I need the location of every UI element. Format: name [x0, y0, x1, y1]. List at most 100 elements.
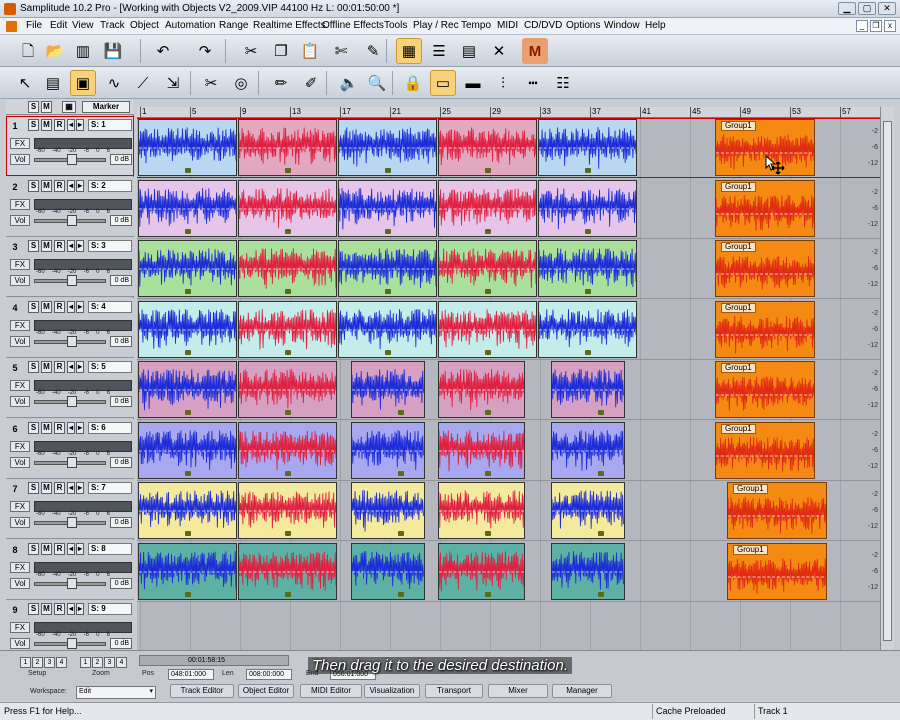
- dotted-line-icon[interactable]: ┅: [520, 70, 546, 96]
- mdi-close-icon[interactable]: x: [884, 20, 896, 32]
- object-handle-icon[interactable]: [285, 168, 291, 173]
- scissors-tool-icon[interactable]: ✂: [198, 70, 224, 96]
- track-header-8[interactable]: 8 S M R ◂ ▸ S: 8 FX Vol -60 -40 -20 -6 0 6 0 dB: [6, 539, 134, 600]
- fx-button[interactable]: FX: [10, 259, 30, 270]
- open-project-icon[interactable]: 📂: [42, 38, 68, 64]
- object-stack-icon[interactable]: ☰: [426, 38, 452, 64]
- audio-object[interactable]: [338, 240, 437, 297]
- solo-button[interactable]: S: [28, 421, 39, 434]
- cut-icon[interactable]: ✂: [238, 38, 264, 64]
- input-monitor-icon[interactable]: ◂: [67, 603, 75, 615]
- record-button[interactable]: R: [54, 603, 65, 615]
- paste-icon[interactable]: 📋: [297, 38, 323, 64]
- object-handle-icon[interactable]: [385, 168, 391, 173]
- mute-button[interactable]: M: [41, 300, 52, 313]
- copy-icon[interactable]: ❐: [268, 38, 294, 64]
- record-button[interactable]: R: [54, 179, 65, 192]
- volume-db-field[interactable]: 0 dB: [110, 577, 132, 589]
- volume-db-field[interactable]: 0 dB: [110, 214, 132, 226]
- object-handle-icon[interactable]: [285, 591, 291, 597]
- object-handle-icon[interactable]: [398, 531, 404, 536]
- volume-db-field[interactable]: 0 dB: [110, 335, 132, 347]
- pencil-mode-icon[interactable]: ⇲: [160, 70, 186, 96]
- object-handle-icon[interactable]: [285, 531, 291, 536]
- volume-db-field[interactable]: 0 dB: [110, 456, 132, 468]
- maximize-icon[interactable]: ▢: [858, 2, 876, 15]
- zoom-button-1[interactable]: 1: [80, 657, 91, 668]
- record-button[interactable]: R: [54, 542, 65, 555]
- mute-button[interactable]: M: [41, 240, 52, 252]
- arm-icon[interactable]: ▸: [76, 421, 84, 434]
- volume-fader-knob[interactable]: [67, 456, 77, 468]
- track-name[interactable]: S: 7: [88, 482, 132, 494]
- object-handle-icon[interactable]: [285, 228, 291, 234]
- track-header-3[interactable]: 3 S M R ◂ ▸ S: 3 FX Vol -60 -40 -20 -6 0 6 0 dB: [6, 237, 134, 297]
- volume-fader-knob[interactable]: [67, 275, 77, 286]
- object-handle-icon[interactable]: [185, 410, 191, 415]
- solo-button[interactable]: S: [28, 361, 39, 373]
- object-handle-icon[interactable]: [185, 349, 191, 355]
- vol-button[interactable]: Vol: [10, 214, 30, 226]
- global-mute-button[interactable]: M: [41, 101, 52, 113]
- group-object[interactable]: Group1: [727, 482, 827, 539]
- pos-field[interactable]: 048:01:000: [168, 669, 214, 680]
- object-handle-icon[interactable]: [598, 470, 604, 476]
- setup-button-3[interactable]: 3: [44, 657, 55, 668]
- volume-fader-knob[interactable]: [67, 335, 77, 347]
- save-icon[interactable]: 💾: [100, 38, 126, 64]
- audio-object[interactable]: [351, 421, 425, 479]
- global-solo-button[interactable]: S: [28, 101, 39, 113]
- track-header-4[interactable]: 4 S M R ◂ ▸ S: 4 FX Vol -60 -40 -20 -6 0 6 0 dB: [6, 297, 134, 358]
- horizontal-scrollbar[interactable]: 00:01:58:15: [139, 655, 289, 666]
- fx-button[interactable]: FX: [10, 198, 30, 210]
- marker-pen-icon[interactable]: ✎: [360, 38, 386, 64]
- audio-object[interactable]: [538, 179, 637, 237]
- audio-object[interactable]: [351, 482, 425, 539]
- tab-object-editor[interactable]: Object Editor: [238, 684, 294, 698]
- track-lane-5[interactable]: Group1 -2 -6 -12: [137, 360, 880, 420]
- fx-button[interactable]: FX: [10, 501, 30, 512]
- object-handle-icon[interactable]: [398, 591, 404, 597]
- track-lane-8[interactable]: Group1 -2 -6 -12: [137, 542, 880, 602]
- menu-play-rec[interactable]: Play / Rec: [413, 20, 459, 31]
- menu-object[interactable]: Object: [130, 20, 159, 31]
- audio-object[interactable]: [438, 542, 525, 600]
- track-name[interactable]: S: 9: [88, 603, 132, 615]
- vertical-scrollbar[interactable]: [880, 107, 894, 650]
- object-handle-icon[interactable]: [398, 410, 404, 415]
- arm-icon[interactable]: ▸: [76, 603, 84, 615]
- object-handle-icon[interactable]: [185, 591, 191, 597]
- vol-button[interactable]: Vol: [10, 517, 30, 528]
- workspace-select[interactable]: Edit ▾: [76, 686, 156, 699]
- object-handle-icon[interactable]: [485, 470, 491, 476]
- group-object[interactable]: Group1: [715, 361, 815, 418]
- audio-object[interactable]: [338, 300, 437, 358]
- tab-visualization[interactable]: Visualization: [364, 684, 420, 698]
- vol-button[interactable]: Vol: [10, 456, 30, 468]
- input-monitor-icon[interactable]: ◂: [67, 361, 75, 373]
- volume-db-field[interactable]: 0 dB: [110, 275, 132, 286]
- fx-button[interactable]: FX: [10, 138, 30, 149]
- solo-button[interactable]: S: [28, 482, 39, 494]
- mdi-restore-icon[interactable]: ❐: [870, 20, 882, 32]
- object-handle-icon[interactable]: [285, 289, 291, 294]
- setup-button-2[interactable]: 2: [32, 657, 43, 668]
- split-object-icon[interactable]: ⫶: [490, 70, 516, 96]
- audio-object[interactable]: [438, 482, 525, 539]
- track-lane-3[interactable]: Group1 -2 -6 -12: [137, 239, 880, 299]
- record-button[interactable]: R: [54, 119, 65, 131]
- input-monitor-icon[interactable]: ◂: [67, 542, 75, 555]
- track-name[interactable]: S: 3: [88, 240, 132, 252]
- undo-icon[interactable]: ↶: [150, 38, 176, 64]
- fx-button[interactable]: FX: [10, 440, 30, 452]
- menu-file[interactable]: File: [26, 20, 42, 31]
- marker-button[interactable]: Marker: [82, 101, 130, 113]
- object-handle-icon[interactable]: [485, 168, 491, 173]
- timeline-ruler[interactable]: 1 5 9 13 17 21 25 29 33 37 41 45 49 53 57: [137, 107, 880, 118]
- pointer-tool-icon[interactable]: ↖: [12, 70, 38, 96]
- object-handle-icon[interactable]: [485, 531, 491, 536]
- track-lane-6[interactable]: Group1 -2 -6 -12: [137, 421, 880, 481]
- object-handle-icon[interactable]: [285, 349, 291, 355]
- track-view-icon[interactable]: ▤: [456, 38, 482, 64]
- audio-object[interactable]: [551, 361, 625, 418]
